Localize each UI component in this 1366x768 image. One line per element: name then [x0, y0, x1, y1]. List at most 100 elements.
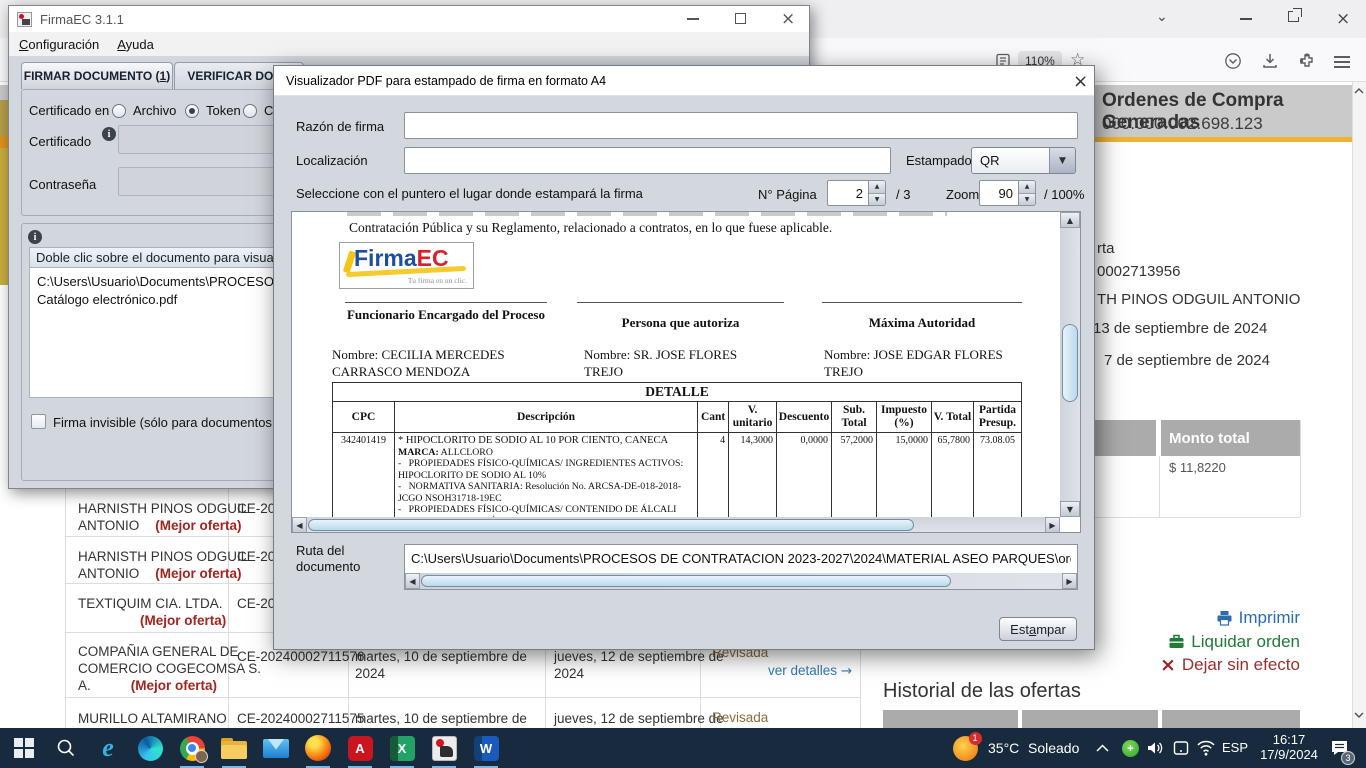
- radio-third[interactable]: [243, 104, 257, 118]
- divider: [1159, 456, 1160, 517]
- taskbar-item-excel[interactable]: X: [382, 728, 422, 768]
- pdf-scroll-left-icon[interactable]: ◀: [292, 517, 307, 533]
- location-label: Localización: [296, 153, 368, 168]
- pdf-viewer[interactable]: Contratación Pública y su Reglamento, re…: [291, 211, 1081, 533]
- taskbar-item-acrobat[interactable]: A: [340, 728, 380, 768]
- firmaec-minimize-icon[interactable]: [687, 18, 699, 20]
- pdf-vscroll-thumb[interactable]: [1062, 324, 1078, 402]
- pdf-hscroll-thumb[interactable]: [308, 519, 914, 531]
- scroll-up-icon[interactable]: [1354, 88, 1364, 94]
- reason-input[interactable]: [404, 112, 1078, 139]
- taskbar-item-ie[interactable]: e: [88, 728, 128, 768]
- print-order-link[interactable]: Imprimir: [1216, 608, 1300, 628]
- estampar-button[interactable]: Estampar: [999, 617, 1077, 641]
- page-number-input[interactable]: 2: [827, 180, 869, 206]
- zoom-stepper[interactable]: ▲▼: [1019, 180, 1036, 206]
- view-details-link[interactable]: ver detalles →: [768, 663, 852, 679]
- weather-tray-icon[interactable]: 1: [948, 728, 982, 768]
- sig-name-3: Nombre: JOSE EDGAR FLORESTREJO: [824, 346, 1003, 380]
- dialog-titlebar: Visualizador PDF para estampado de firma…: [274, 66, 1094, 96]
- radio-third-label: C: [264, 103, 273, 118]
- taskbar-item-word[interactable]: W: [466, 728, 506, 768]
- firmaec-maximize-icon[interactable]: [735, 13, 746, 24]
- taskbar-item-mail[interactable]: [256, 728, 296, 768]
- history-header-cell: [1162, 710, 1300, 728]
- location-input[interactable]: [404, 147, 891, 174]
- pdf-stamp-dialog: Visualizador PDF para estampado de firma…: [273, 65, 1095, 650]
- pdf-scroll-down-icon[interactable]: ▼: [1060, 501, 1080, 517]
- path-hscroll-thumb[interactable]: [421, 575, 951, 587]
- extensions-puzzle-icon[interactable]: [1298, 52, 1316, 70]
- sig-role-3: Máxima Autoridad: [822, 315, 1022, 331]
- signature-line: [577, 302, 784, 303]
- clock[interactable]: 16:17 17/9/2024: [1253, 732, 1325, 762]
- browser-restore-icon2: [1293, 8, 1302, 17]
- sig-role-2: Persona que autoriza: [577, 315, 784, 331]
- dialog-close-icon[interactable]: ×: [1073, 71, 1088, 92]
- pdf-page[interactable]: Contratación Pública y su Reglamento, re…: [292, 212, 1060, 517]
- doc-path-label: Ruta del: [296, 543, 344, 558]
- connect-display-icon[interactable]: [1172, 739, 1190, 757]
- firmaec-close-icon[interactable]: ×: [781, 9, 795, 29]
- search-button[interactable]: [46, 728, 86, 768]
- downloads-icon[interactable]: [1261, 52, 1279, 70]
- taskbar-item-chrome[interactable]: [172, 728, 212, 768]
- tray-expand-icon[interactable]: [1096, 744, 1109, 752]
- page-scrollbar[interactable]: [1352, 82, 1366, 728]
- menu-hamburger-icon[interactable]: [1334, 56, 1350, 58]
- info-icon[interactable]: i: [102, 127, 116, 141]
- path-scroll-right-icon[interactable]: ▶: [1062, 573, 1077, 589]
- pocket-icon[interactable]: [1224, 52, 1242, 70]
- notification-center-button[interactable]: 3: [1330, 738, 1349, 762]
- monto-header-label: Monto total: [1169, 430, 1250, 447]
- monto-value: $ 11,8220: [1169, 460, 1226, 475]
- menu-ayuda[interactable]: Ayuda: [117, 37, 154, 52]
- browser-close-icon[interactable]: ×: [1336, 9, 1350, 29]
- weather-temp[interactable]: 35°C: [988, 740, 1019, 756]
- weather-desc[interactable]: Soleado: [1028, 740, 1079, 756]
- table-row: COMPAÑIA GENERAL DE COMERCIO COGECOMSA S…: [78, 643, 261, 694]
- liquidate-order-link[interactable]: Liquidar orden: [1168, 632, 1300, 652]
- path-scroll-left-icon[interactable]: ◀: [405, 573, 420, 589]
- tab-firmar-documento[interactable]: FIRMAR DOCUMENTO (1): [21, 62, 173, 89]
- spinner-up-icon: ▲: [869, 181, 885, 194]
- logo-tagline: Tu firma en un clic.: [408, 276, 467, 285]
- taskbar-item-firefox[interactable]: [298, 728, 338, 768]
- taskbar-item-firmaec[interactable]: [424, 728, 464, 768]
- menu-configuracion[interactable]: Configuración: [19, 37, 99, 52]
- detail-table: DETALLE CPC Descripción Cant V. unitario…: [332, 382, 1022, 517]
- doc-path-label2: documento: [296, 559, 360, 574]
- doc-path-input[interactable]: [405, 545, 1077, 572]
- info-icon[interactable]: i: [28, 230, 42, 244]
- stamp-type-select[interactable]: QR ▼: [971, 147, 1076, 174]
- firmaec-app-icon: [17, 12, 32, 27]
- tab-list-chevron-icon[interactable]: ⌄: [1156, 9, 1168, 25]
- antivirus-tray-icon[interactable]: +: [1122, 740, 1139, 757]
- void-order-link[interactable]: × Dejar sin efecto: [1160, 655, 1300, 675]
- radio-token[interactable]: [185, 104, 199, 118]
- doc-path-group: ◀ ▶: [404, 544, 1078, 590]
- arrow-right-icon: →: [841, 663, 852, 679]
- volume-icon[interactable]: [1146, 739, 1165, 757]
- date-cell: martes, 10 de septiembre de2024: [355, 648, 527, 682]
- zoom-input[interactable]: 90: [979, 180, 1019, 206]
- browser-minimize-icon[interactable]: [1240, 18, 1252, 20]
- spinner-up-icon: ▲: [1019, 181, 1035, 194]
- language-indicator[interactable]: ESP: [1222, 740, 1248, 755]
- radio-archivo[interactable]: [112, 104, 126, 118]
- taskbar-item-explorer[interactable]: [214, 728, 254, 768]
- zoom-label: Zoom: [946, 187, 979, 202]
- chrome-profile-badge: [195, 750, 208, 763]
- page-number-stepper[interactable]: ▲▼: [869, 180, 886, 206]
- wifi-icon[interactable]: [1196, 739, 1216, 757]
- clock-time: 16:17: [1253, 732, 1325, 747]
- combo-arrow-icon: ▼: [1049, 148, 1075, 173]
- password-label: Contraseña: [29, 177, 96, 192]
- taskbar-item-edge[interactable]: [130, 728, 170, 768]
- pdf-scroll-up-icon[interactable]: ▲: [1060, 212, 1080, 228]
- detail-frag-date2: 7 de septiembre de 2024: [1104, 352, 1270, 369]
- pdf-scroll-right-icon[interactable]: ▶: [1045, 517, 1060, 533]
- scroll-down-icon[interactable]: [1354, 712, 1364, 718]
- invisible-signature-checkbox[interactable]: [31, 414, 46, 429]
- start-button[interactable]: [4, 728, 44, 768]
